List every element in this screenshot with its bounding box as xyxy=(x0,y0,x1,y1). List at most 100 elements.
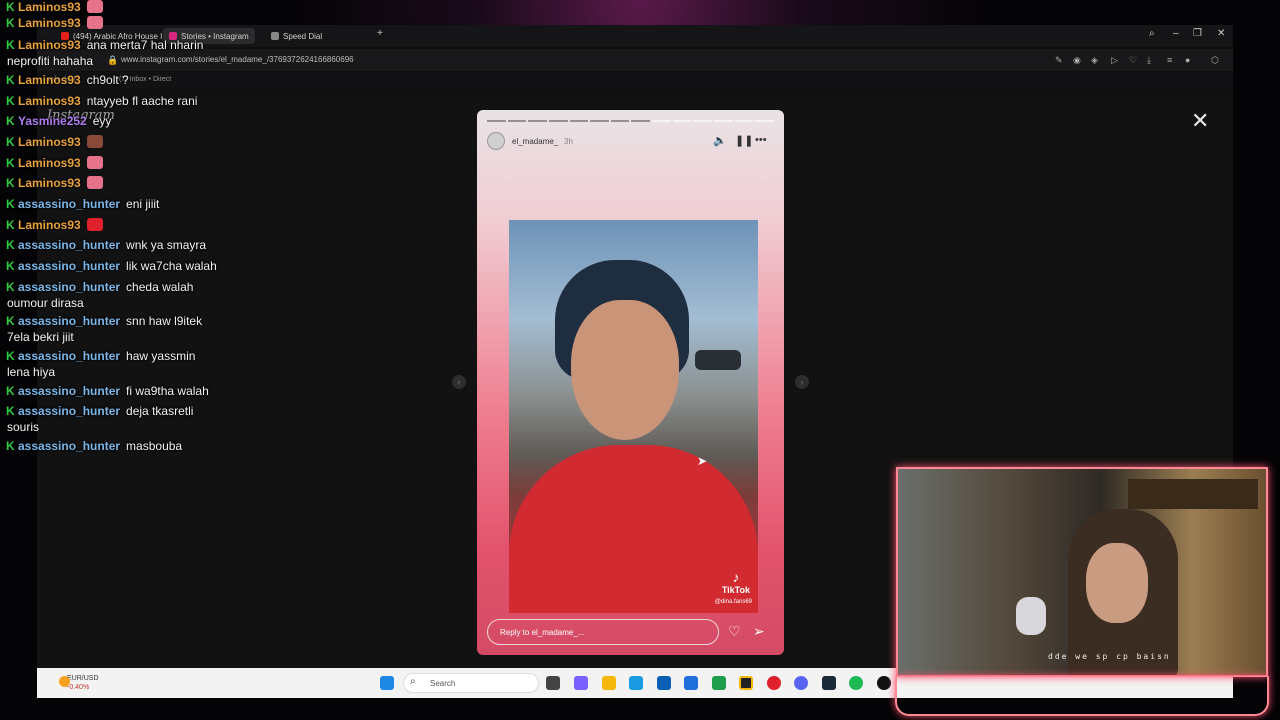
app-icon[interactable] xyxy=(712,676,726,690)
more-icon[interactable]: ••• xyxy=(755,134,767,146)
chat-username[interactable]: assassino_hunter xyxy=(18,197,120,211)
tiktok-label: TikTok xyxy=(721,585,750,595)
chat-username[interactable]: assassino_hunter xyxy=(18,314,120,328)
story-video[interactable]: ♪ TikTok @dina.fans69 xyxy=(509,220,758,613)
chat-text: fi wa9tha walah xyxy=(126,384,209,398)
search-icon[interactable]: ⌕ xyxy=(1149,28,1155,39)
video-face xyxy=(571,300,679,440)
progress-segment xyxy=(507,120,527,122)
chat-message: K Laminos93 xyxy=(0,176,103,190)
progress-segment xyxy=(528,120,547,122)
chat-username[interactable]: Laminos93 xyxy=(18,135,81,149)
ticker-title: EUR/USD xyxy=(67,675,99,682)
chat-username[interactable]: Laminos93 xyxy=(18,156,81,170)
outlook-icon[interactable] xyxy=(684,676,698,690)
window-close-icon[interactable]: ✕ xyxy=(1217,28,1225,39)
chat-message: K Laminos93 xyxy=(0,0,103,14)
kick-badge-icon: K xyxy=(6,135,15,149)
kick-badge-icon: K xyxy=(6,0,15,14)
chat-emote-icon xyxy=(86,218,103,231)
new-tab-icon[interactable]: + xyxy=(377,28,383,39)
chat-message: Kassassino_hunter haw yassmin xyxy=(0,349,195,363)
bookmark-heart-icon[interactable]: ♡ xyxy=(1129,55,1137,66)
kick-badge-icon: K xyxy=(6,238,15,252)
chat-message: K Laminos93 xyxy=(0,135,103,149)
next-story-icon[interactable]: › xyxy=(795,375,809,389)
mouse-cursor-icon: ➤ xyxy=(697,454,708,468)
download-icon[interactable]: ⤓ xyxy=(1147,55,1151,66)
chat-username[interactable]: Laminos93 xyxy=(18,73,81,87)
kick-badge-icon: K xyxy=(6,384,15,398)
extension-icon[interactable]: ⬡ xyxy=(1211,55,1219,66)
story-viewer[interactable]: el_madame_ 3h 🔈 ❚❚ ••• ♪ TikTok @dina.fa… xyxy=(477,110,784,655)
chat-message: K Yasmine252 eyy xyxy=(0,114,111,128)
maximize-icon[interactable]: ❐ xyxy=(1193,28,1202,39)
chat-username[interactable]: Laminos93 xyxy=(18,218,81,232)
story-progress xyxy=(487,120,774,122)
chat-username[interactable]: assassino_hunter xyxy=(18,404,120,418)
edit-icon[interactable]: ✎ xyxy=(1055,55,1063,66)
spotify-icon[interactable] xyxy=(849,676,863,690)
kick-badge-icon: K xyxy=(6,114,15,128)
webcam-shelf xyxy=(1128,479,1258,509)
steam-icon[interactable] xyxy=(822,676,836,690)
chat-username[interactable]: Laminos93 xyxy=(18,16,81,30)
opera-icon[interactable] xyxy=(767,676,781,690)
menu-icon[interactable]: ≡ xyxy=(1167,55,1172,65)
chat-text: wnk ya smayra xyxy=(126,238,207,252)
chat-username[interactable]: Laminos93 xyxy=(18,38,81,52)
heart-icon[interactable]: ♡ xyxy=(728,623,741,640)
shield-icon[interactable]: ◈ xyxy=(1091,55,1098,66)
obs-icon[interactable] xyxy=(739,676,753,690)
chat-username[interactable]: assassino_hunter xyxy=(18,259,120,273)
chat-message: Kassassino_hunter cheda walah xyxy=(0,280,193,294)
copilot-icon[interactable] xyxy=(574,676,588,690)
tiktok-icon: ♪ xyxy=(732,569,740,585)
chat-username[interactable]: assassino_hunter xyxy=(18,349,120,363)
webcam-streamer-face xyxy=(1086,543,1148,623)
volume-icon[interactable]: 🔈 xyxy=(713,134,727,147)
widget-ticker[interactable]: EUR/USD -0.40% xyxy=(59,674,99,692)
chat-username[interactable]: assassino_hunter xyxy=(18,384,120,398)
chat-username[interactable]: Yasmine252 xyxy=(18,114,87,128)
chat-message-continuation: neprofiti hahaha xyxy=(7,54,94,68)
discord-icon[interactable] xyxy=(794,676,808,690)
avatar[interactable] xyxy=(487,132,505,150)
pause-icon[interactable]: ❚❚ xyxy=(735,134,753,147)
app-dark-icon[interactable] xyxy=(877,676,891,690)
chat-username[interactable]: assassino_hunter xyxy=(18,238,120,252)
close-icon[interactable]: ✕ xyxy=(1191,108,1209,134)
webcam-overlay: dde we sp cp baisn xyxy=(896,467,1268,677)
chat-username[interactable]: assassino_hunter xyxy=(18,439,120,453)
folder-icon[interactable] xyxy=(602,676,616,690)
profile-icon[interactable]: ● xyxy=(1185,55,1190,65)
minimize-icon[interactable]: – xyxy=(1173,28,1179,39)
chat-text: eyy xyxy=(92,114,112,128)
reply-input[interactable]: Reply to el_madame_... xyxy=(487,619,719,645)
edge-icon[interactable] xyxy=(629,676,643,690)
taskbar-search[interactable]: Search xyxy=(403,673,539,693)
previous-story-icon[interactable]: ‹ xyxy=(452,375,466,389)
chat-text: masbouba xyxy=(126,439,183,453)
chat-username[interactable]: Laminos93 xyxy=(18,0,81,14)
kick-badge-icon: K xyxy=(6,259,15,273)
start-icon[interactable] xyxy=(380,676,394,690)
chat-username[interactable]: Laminos93 xyxy=(18,176,81,190)
chat-emote-icon xyxy=(86,135,103,148)
chat-emote-icon xyxy=(86,16,103,29)
chat-username[interactable]: assassino_hunter xyxy=(18,280,120,294)
chat-message: Kassassino_hunter snn haw l9itek xyxy=(0,314,202,328)
video-shirt xyxy=(509,445,758,613)
screen: (494) Arabic Afro House I... Stories • I… xyxy=(0,0,1280,720)
chat-message: K Laminos93 xyxy=(0,218,103,232)
play-icon[interactable]: ▷ xyxy=(1111,55,1118,66)
kick-badge-icon: K xyxy=(6,38,15,52)
send-icon[interactable]: ➢ xyxy=(753,623,765,640)
chat-text: snn haw l9itek xyxy=(126,314,203,328)
store-icon[interactable] xyxy=(657,676,671,690)
camera-icon[interactable]: ◉ xyxy=(1073,55,1081,66)
task-view-icon[interactable] xyxy=(546,676,560,690)
chat-username[interactable]: Laminos93 xyxy=(18,94,81,108)
story-username[interactable]: el_madame_ xyxy=(512,137,558,146)
chat-message-continuation: souris xyxy=(7,420,40,434)
